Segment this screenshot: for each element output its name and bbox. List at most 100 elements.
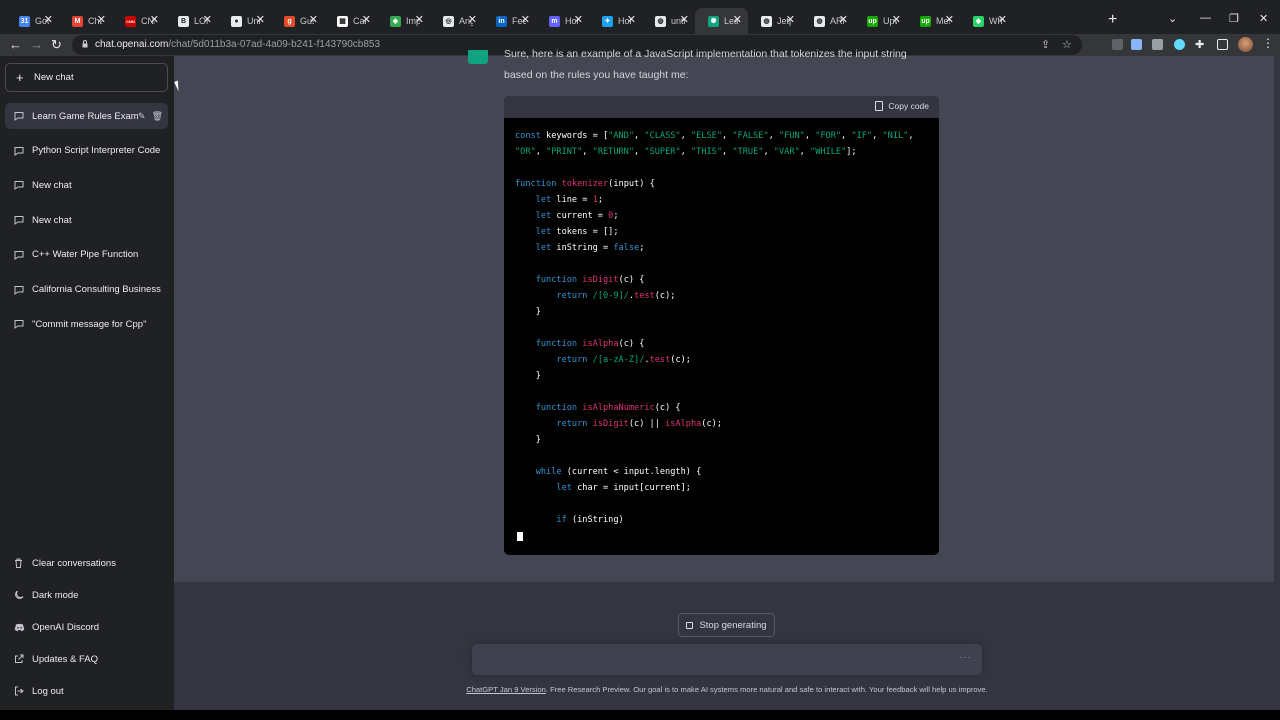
close-tab-icon[interactable]: ✕ <box>839 14 848 26</box>
browser-tab[interactable]: 31Goo✕ <box>6 8 59 34</box>
sidebar-menu-item[interactable]: Dark mode <box>5 582 168 608</box>
github-icon: ● <box>231 15 242 27</box>
browser-tab[interactable]: ●Unre✕ <box>218 8 271 34</box>
code-keyword: while <box>535 467 562 477</box>
minimize-button[interactable]: — <box>1200 12 1211 24</box>
browser-tab[interactable]: ✺Lear✕ <box>695 8 748 34</box>
puzzle-icon[interactable]: ✚ <box>1195 37 1204 53</box>
browser-tab[interactable]: MChat✕ <box>59 8 112 34</box>
browser-tab[interactable]: BLON✕ <box>165 8 218 34</box>
close-tab-icon[interactable]: ✕ <box>733 14 742 26</box>
browser-menu-icon[interactable]: ⋮ <box>1262 36 1274 50</box>
browser-tab[interactable]: inFeed✕ <box>483 8 536 34</box>
tab-search-icon[interactable]: ⌄ <box>1168 12 1177 25</box>
code-text: (c) { <box>654 403 681 413</box>
bookmark-star-icon[interactable]: ☆ <box>1062 38 1072 51</box>
close-tab-icon[interactable]: ✕ <box>44 14 53 26</box>
close-tab-icon[interactable]: ✕ <box>680 14 689 26</box>
close-tab-icon[interactable]: ✕ <box>521 14 530 26</box>
sidebar-menu-item[interactable]: Log out <box>5 678 168 704</box>
openai-icon: ✺ <box>708 15 719 27</box>
close-tab-icon[interactable]: ✕ <box>468 14 477 26</box>
trash-icon[interactable]: 🗑 <box>152 111 163 122</box>
browser-tab[interactable]: ◍ARK✕ <box>801 8 854 34</box>
code-line: function isAlpha(c) { <box>515 336 914 352</box>
code-line: } <box>515 432 914 448</box>
browser-tab[interactable]: mHon✕ <box>536 8 589 34</box>
share-icon[interactable]: ⇪ <box>1041 38 1050 51</box>
close-tab-icon[interactable]: ✕ <box>309 14 318 26</box>
chat-history-item[interactable]: New chat <box>5 172 168 198</box>
chat-title: California Consulting Business <box>32 284 161 295</box>
code-text: (current < input.length) { <box>561 467 702 477</box>
chat-history-item[interactable]: Python Script Interpreter Code <box>5 138 168 164</box>
browser-tab[interactable]: ◍ unti ✕ <box>642 8 695 34</box>
prompt-input[interactable]: ··· <box>472 644 982 675</box>
close-tab-icon[interactable]: ✕ <box>203 14 212 26</box>
chat-history-item[interactable]: Learn Game Rules Exam ✎ 🗑 <box>5 103 168 129</box>
sidebar-menu-item[interactable]: Updates & FAQ <box>5 646 168 672</box>
code-string: "ELSE" <box>690 131 722 141</box>
edit-pencil-icon[interactable]: ✎ <box>138 111 146 122</box>
code-text: , <box>722 147 733 157</box>
close-tab-icon[interactable]: ✕ <box>998 14 1007 26</box>
extension-icon[interactable] <box>1152 39 1163 50</box>
new-chat-button[interactable]: + New chat <box>5 63 168 92</box>
browser-tab[interactable]: upMes✕ <box>907 8 960 34</box>
close-tab-icon[interactable]: ✕ <box>415 14 424 26</box>
chat-history-item[interactable]: C++ Water Pipe Function <box>5 242 168 268</box>
twitter-icon: ✦ <box>602 15 613 27</box>
extension-icon[interactable] <box>1131 39 1142 50</box>
close-tab-icon[interactable]: ✕ <box>627 14 636 26</box>
code-line: return /[a-zA-Z]/.test(c); <box>515 352 914 368</box>
close-tab-icon[interactable]: ✕ <box>945 14 954 26</box>
sidebar-menu-item[interactable]: OpenAI Discord <box>5 614 168 640</box>
close-tab-icon[interactable]: ✕ <box>574 14 583 26</box>
chat-title: Learn Game Rules Exam <box>32 110 139 122</box>
version-link[interactable]: ChatGPT Jan 9 Version <box>466 685 546 694</box>
sidebar-menu-item[interactable]: Clear conversations <box>5 550 168 576</box>
react-devtools-icon[interactable] <box>1174 39 1185 50</box>
globe-icon: ◍ <box>655 15 666 27</box>
profile-avatar[interactable] <box>1238 37 1253 52</box>
back-icon[interactable]: ← <box>9 37 22 53</box>
close-tab-icon[interactable]: ✕ <box>362 14 371 26</box>
code-text: keywords = [ <box>540 131 609 141</box>
browser-tab[interactable]: ◆Wha✕ <box>960 8 1013 34</box>
reload-icon[interactable]: ↻ <box>51 37 62 53</box>
forward-icon[interactable]: → <box>30 37 43 53</box>
stop-generating-button[interactable]: Stop generating <box>678 613 775 637</box>
side-panel-icon[interactable] <box>1217 39 1228 50</box>
browser-tab[interactable]: gGust✕ <box>271 8 324 34</box>
code-keyword: false <box>613 243 640 253</box>
browser-tab[interactable]: ◎ Ang ✕ <box>430 8 483 34</box>
extension-icon[interactable] <box>1112 39 1123 50</box>
close-window-button[interactable]: ✕ <box>1259 12 1268 25</box>
close-tab-icon[interactable]: ✕ <box>256 14 265 26</box>
menu-item-label: Log out <box>32 685 64 697</box>
code-keyword: function <box>535 339 578 349</box>
browser-tab[interactable]: CNNCNN✕ <box>112 8 165 34</box>
close-tab-icon[interactable]: ✕ <box>892 14 901 26</box>
browser-tab[interactable]: upUpw✕ <box>854 8 907 34</box>
browser-tab[interactable]: ✦Hon✕ <box>589 8 642 34</box>
close-tab-icon[interactable]: ✕ <box>786 14 795 26</box>
copy-code-button[interactable]: Copy code <box>875 101 929 111</box>
code-text: , <box>722 131 733 141</box>
close-tab-icon[interactable]: ✕ <box>97 14 106 26</box>
close-tab-icon[interactable]: ✕ <box>150 14 159 26</box>
chat-history-item[interactable]: "Commit message for Cpp" <box>5 311 168 337</box>
maximize-button[interactable]: ❐ <box>1229 12 1239 25</box>
chat-history-item[interactable]: California Consulting Business <box>5 277 168 303</box>
browser-tab[interactable]: ▦Calif✕ <box>324 8 377 34</box>
code-text: tokens = []; <box>551 227 619 237</box>
new-tab-button[interactable]: + <box>1108 12 1117 28</box>
code-line: let char = input[current]; <box>515 480 914 496</box>
browser-tab[interactable]: ◈ Imp ✕ <box>377 8 430 34</box>
chat-history-item[interactable]: New chat <box>5 207 168 233</box>
browser-tab[interactable]: ◍Jetp✕ <box>748 8 801 34</box>
